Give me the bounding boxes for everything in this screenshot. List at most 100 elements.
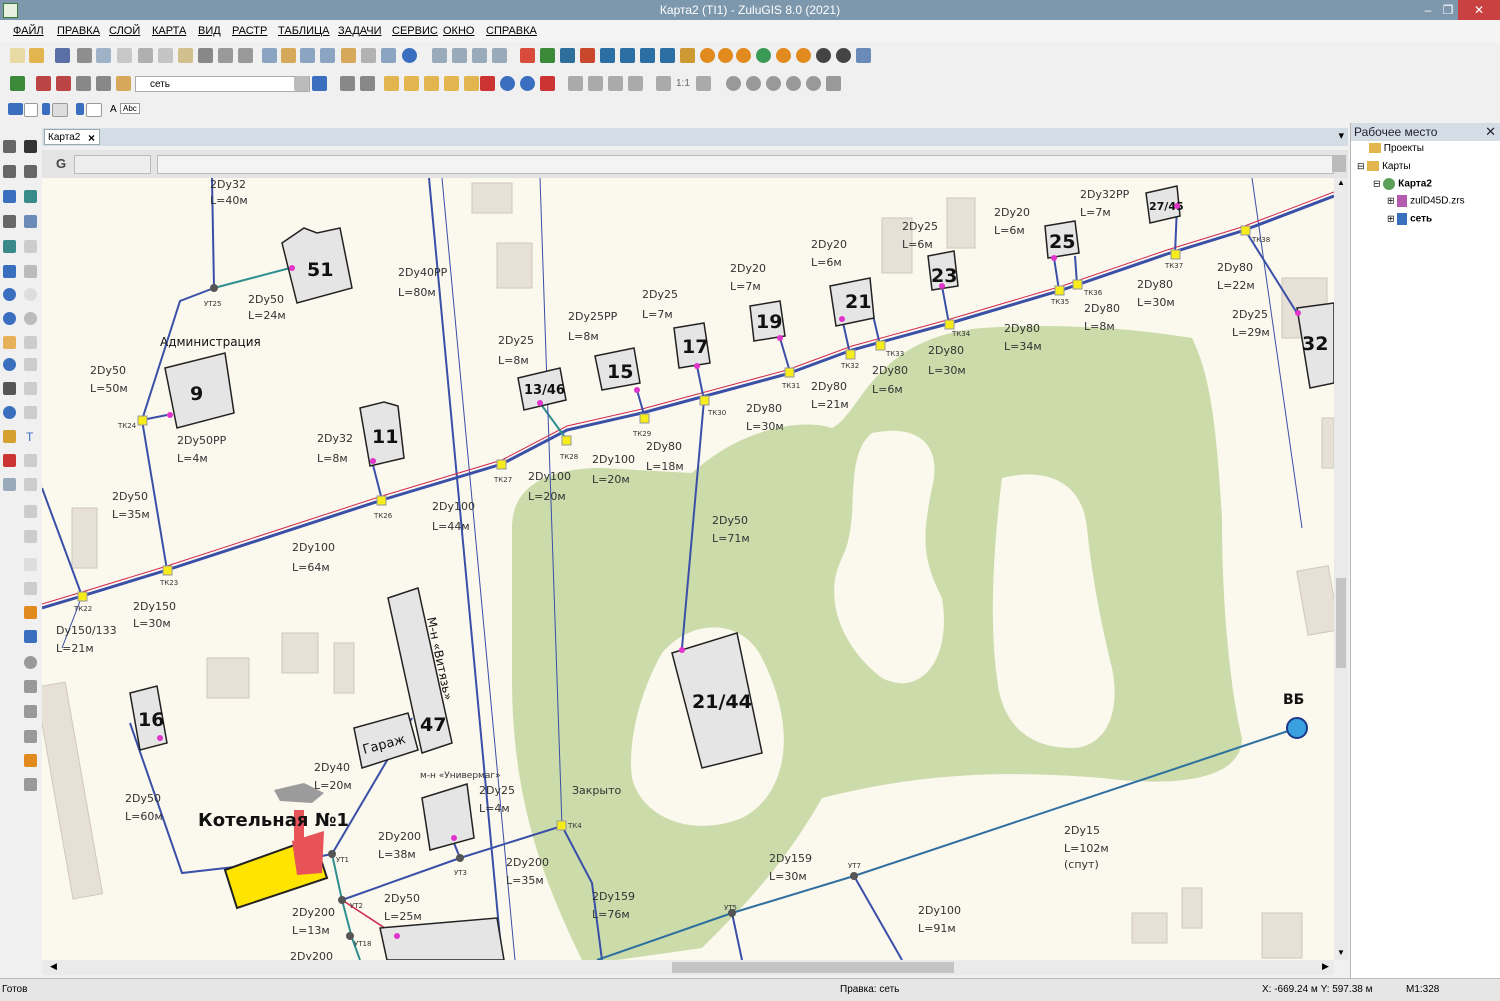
fill-style-icon[interactable]: [42, 103, 50, 115]
rotate-tool-icon[interactable]: [24, 656, 37, 669]
select-4-icon[interactable]: [3, 215, 16, 228]
scroll-up-icon[interactable]: ▲: [1337, 178, 1345, 187]
heart-icon[interactable]: [24, 778, 37, 791]
menu-view[interactable]: ВИД: [198, 25, 221, 37]
arrow-left-icon[interactable]: [24, 582, 37, 595]
net-edit-1-icon[interactable]: [384, 76, 399, 91]
circle-icon[interactable]: [24, 288, 37, 301]
zoom-out-icon[interactable]: [3, 312, 16, 325]
help-icon[interactable]: [402, 48, 417, 63]
tab-close-icon[interactable]: ×: [88, 130, 95, 146]
properties-icon[interactable]: [117, 48, 132, 63]
panel-icon[interactable]: [320, 48, 335, 63]
node-edit-icon[interactable]: [24, 190, 37, 203]
minimize-button[interactable]: –: [1418, 0, 1438, 20]
zoom-in-icon[interactable]: [3, 288, 16, 301]
font-sample[interactable]: Abc: [120, 103, 140, 114]
layer-props-icon[interactable]: [472, 48, 487, 63]
water-source-vb[interactable]: [1286, 717, 1308, 739]
scroll-down-icon[interactable]: ▼: [1337, 948, 1345, 957]
layer-remove-icon[interactable]: [452, 48, 467, 63]
node-move-icon[interactable]: [360, 76, 375, 91]
info-icon[interactable]: [3, 358, 16, 371]
connect-icon[interactable]: [620, 48, 635, 63]
net-edit-6-icon[interactable]: [480, 76, 495, 91]
circle-fill-icon[interactable]: [24, 312, 37, 325]
expand-icon[interactable]: ⊞: [1387, 214, 1395, 224]
net-edit-3-icon[interactable]: [424, 76, 439, 91]
object-copy-icon[interactable]: [96, 76, 111, 91]
align-icon[interactable]: [628, 76, 643, 91]
building-17[interactable]: 17: [673, 322, 711, 369]
snap-icon[interactable]: [24, 606, 37, 619]
print-icon[interactable]: [77, 48, 92, 63]
select-2-icon[interactable]: [3, 165, 16, 178]
copy-tool-icon[interactable]: [24, 730, 37, 743]
tree-maps[interactable]: ⊟ Карты: [1357, 161, 1411, 172]
menu-tasks[interactable]: ЗАДАЧИ: [338, 25, 382, 37]
object-paste-icon[interactable]: [116, 76, 131, 91]
graph-icon[interactable]: [560, 48, 575, 63]
undo-icon[interactable]: [218, 48, 233, 63]
layer-add-icon[interactable]: [432, 48, 447, 63]
expand-icon[interactable]: ⊞: [1387, 196, 1395, 206]
merge-icon[interactable]: [660, 48, 675, 63]
polyline-icon[interactable]: [24, 215, 37, 228]
net-edit-4-icon[interactable]: [444, 76, 459, 91]
style-2-icon[interactable]: [746, 76, 761, 91]
poly-icon[interactable]: [24, 336, 37, 349]
menu-help[interactable]: СПРАВКА: [486, 25, 537, 37]
style-3-icon[interactable]: [766, 76, 781, 91]
task-s-icon[interactable]: [776, 48, 791, 63]
menu-window[interactable]: ОКНО: [443, 25, 474, 37]
edit-icon[interactable]: [341, 48, 356, 63]
tree-map2[interactable]: ⊟ Карта2: [1373, 178, 1432, 190]
cut-icon[interactable]: [138, 48, 153, 63]
building-19[interactable]: 19: [749, 300, 786, 342]
hatch-icon[interactable]: [24, 558, 37, 571]
symbol-icon[interactable]: [76, 103, 84, 115]
task-opc-icon[interactable]: [756, 48, 771, 63]
chart-icon[interactable]: [856, 48, 871, 63]
calc-icon[interactable]: [540, 48, 555, 63]
filter-icon[interactable]: [3, 454, 16, 467]
stop-icon[interactable]: [836, 48, 851, 63]
pen-icon[interactable]: [312, 76, 327, 91]
scale-one-label[interactable]: 1:1: [676, 78, 690, 89]
new-icon[interactable]: [10, 48, 25, 63]
move-tool-icon[interactable]: [24, 680, 37, 693]
binoculars-icon[interactable]: [3, 382, 16, 395]
add-node-icon[interactable]: [24, 454, 37, 467]
eraser-icon[interactable]: [3, 478, 16, 491]
label-icon[interactable]: [656, 76, 671, 91]
line-color-icon[interactable]: [24, 103, 38, 117]
tree-projects[interactable]: Проекты: [1369, 143, 1424, 154]
grid-icon[interactable]: [300, 48, 315, 63]
delete-icon[interactable]: [198, 48, 213, 63]
style-5-icon[interactable]: [806, 76, 821, 91]
menu-service[interactable]: СЕРВИС: [392, 25, 438, 37]
map-vertical-scrollbar[interactable]: ▲ ▼: [1334, 178, 1348, 960]
search-icon[interactable]: [381, 48, 396, 63]
hscroll-thumb[interactable]: [672, 962, 954, 973]
sigma-icon[interactable]: [24, 406, 37, 419]
line-style-icon[interactable]: [8, 103, 23, 115]
style-4-icon[interactable]: [786, 76, 801, 91]
ruler-icon[interactable]: [3, 430, 16, 443]
resize-tool-icon[interactable]: [24, 705, 37, 718]
net-edit-2-icon[interactable]: [404, 76, 419, 91]
next-icon[interactable]: [520, 76, 535, 91]
scale-icon-2[interactable]: [696, 76, 711, 91]
map-horizontal-scrollbar[interactable]: ◀ ▶: [42, 960, 1334, 975]
raster-icon[interactable]: [3, 240, 16, 253]
tree-raster[interactable]: ⊞ zulD45D.zrs: [1387, 195, 1465, 207]
menu-edit[interactable]: ПРАВКА: [57, 25, 100, 37]
prev-icon[interactable]: [500, 76, 515, 91]
cut-object-icon[interactable]: [56, 76, 71, 91]
collapse-icon[interactable]: ⊟: [1373, 179, 1381, 189]
redo-icon[interactable]: [238, 48, 253, 63]
task-t-icon[interactable]: [796, 48, 811, 63]
add-object-icon[interactable]: [10, 76, 25, 91]
arc-icon[interactable]: [24, 358, 37, 371]
save-icon[interactable]: [55, 48, 70, 63]
